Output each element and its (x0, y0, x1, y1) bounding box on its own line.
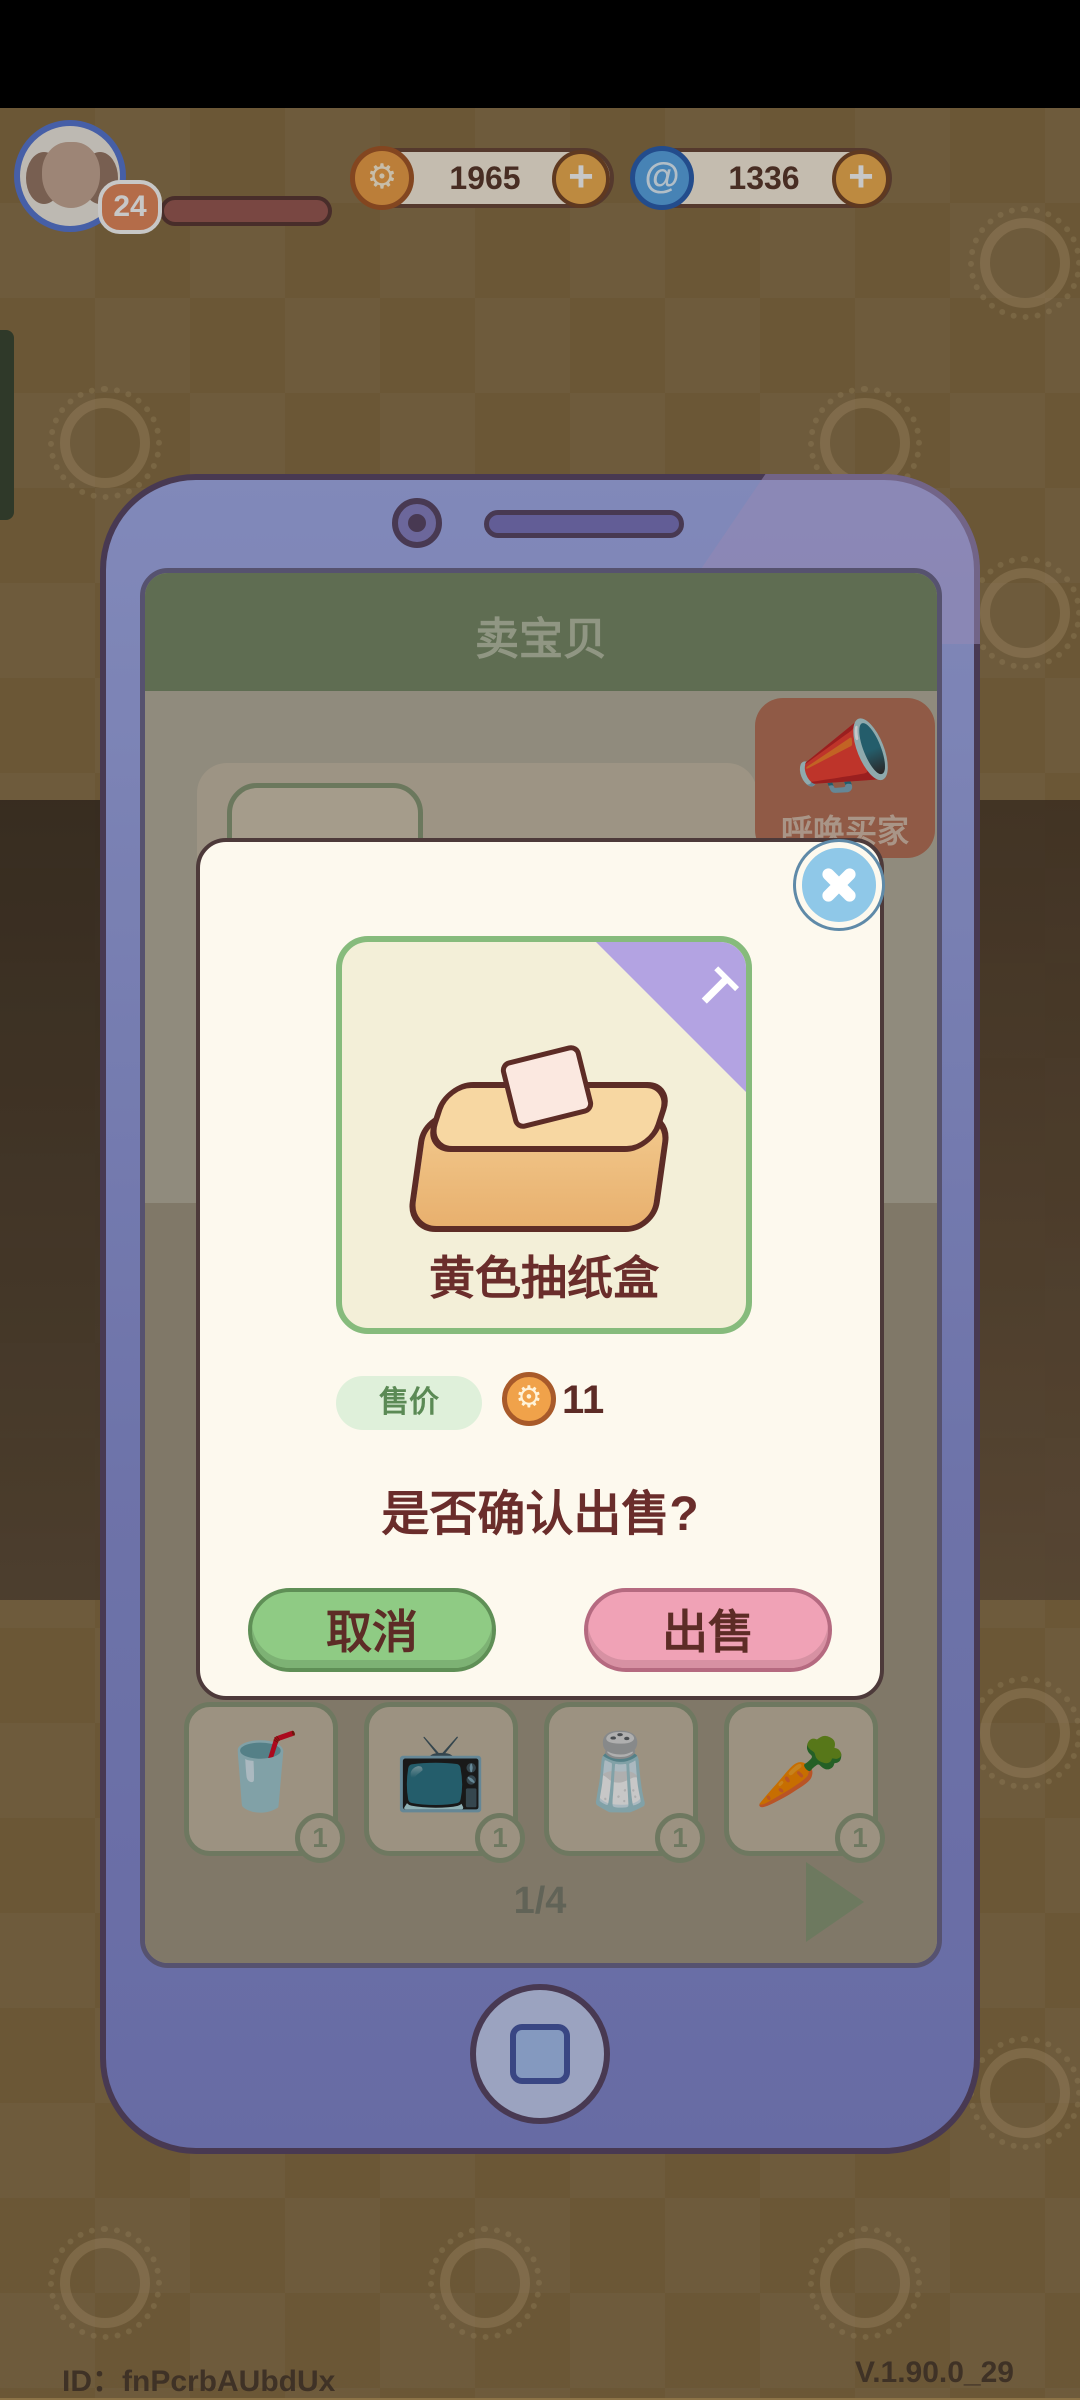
price-label: 售价 (336, 1376, 482, 1430)
sell-button[interactable]: 出售 (584, 1588, 832, 1672)
price-value: 11 (562, 1378, 605, 1422)
cancel-button[interactable]: 取消 (248, 1588, 496, 1672)
app-version: V.1.90.0_29 (854, 2356, 1014, 2389)
user-id: ID：fnPcrbAUbdUx (62, 2365, 336, 2398)
tissue-box-icon (405, 1043, 676, 1242)
coin-icon (502, 1372, 556, 1426)
item-name: 黄色抽纸盒 (429, 1252, 659, 1304)
confirm-question: 是否确认出售? (381, 1488, 699, 1541)
close-icon[interactable] (796, 842, 882, 928)
status-bar (0, 0, 1080, 108)
item-preview-card: T 黄色抽纸盒 (336, 936, 752, 1334)
